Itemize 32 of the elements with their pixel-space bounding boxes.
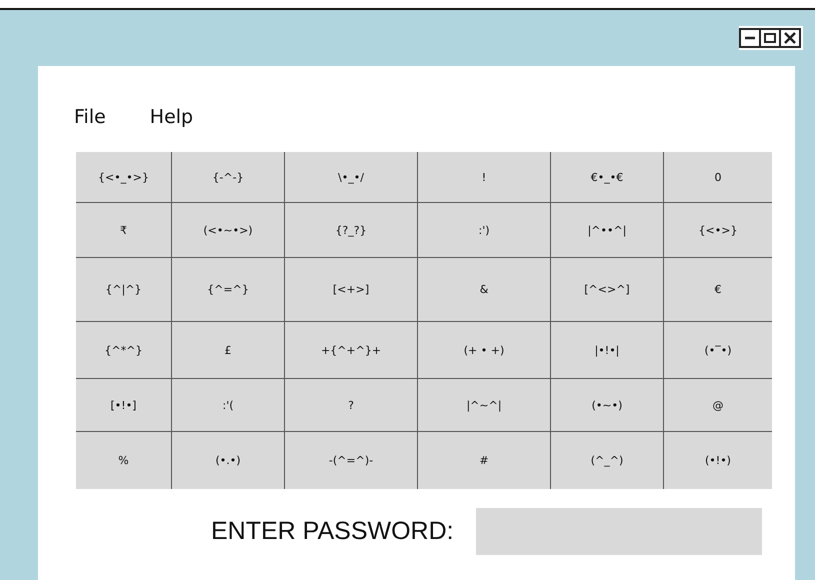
symbol-key[interactable]: &	[418, 258, 551, 322]
password-field[interactable]	[476, 508, 762, 555]
maximize-icon[interactable]	[759, 28, 781, 48]
symbol-key[interactable]: ?	[285, 379, 418, 432]
symbol-key[interactable]: :')	[418, 203, 551, 258]
minimize-icon[interactable]	[739, 28, 761, 48]
symbol-key[interactable]: £	[172, 322, 285, 379]
close-icon[interactable]	[779, 28, 801, 48]
symbol-key[interactable]: [^<>^]	[551, 258, 664, 322]
symbol-key[interactable]: {-^-}	[172, 152, 285, 203]
password-label: ENTER PASSWORD:	[211, 517, 454, 546]
symbol-key[interactable]: {^|^}	[76, 258, 172, 322]
symbol-key[interactable]: {?_?}	[285, 203, 418, 258]
symbol-key[interactable]: !	[418, 152, 551, 203]
symbol-key[interactable]: +{^+^}+	[285, 322, 418, 379]
symbol-key[interactable]: (+ • +)	[418, 322, 551, 379]
symbol-key[interactable]: [<+>]	[285, 258, 418, 322]
symbol-key[interactable]: €•_•€	[551, 152, 664, 203]
symbol-key[interactable]: {^*^}	[76, 322, 172, 379]
symbol-key[interactable]: ₹	[76, 203, 172, 258]
symbol-key[interactable]: (<•~•>)	[172, 203, 285, 258]
symbol-key[interactable]: |^~^|	[418, 379, 551, 432]
symbol-key[interactable]: |•!•|	[551, 322, 664, 379]
menu-item[interactable]: Help	[150, 106, 194, 152]
symbol-key[interactable]: :'(	[172, 379, 285, 432]
symbol-key[interactable]: \•_•/	[285, 152, 418, 203]
symbol-key[interactable]: {^=^}	[172, 258, 285, 322]
symbol-key[interactable]: [•!•]	[76, 379, 172, 432]
symbol-key[interactable]: {<•_•>}	[76, 152, 172, 203]
menu-item[interactable]: File	[74, 106, 106, 152]
symbol-key[interactable]: |^••^|	[551, 203, 664, 258]
symbol-key[interactable]: (•~•)	[551, 379, 664, 432]
